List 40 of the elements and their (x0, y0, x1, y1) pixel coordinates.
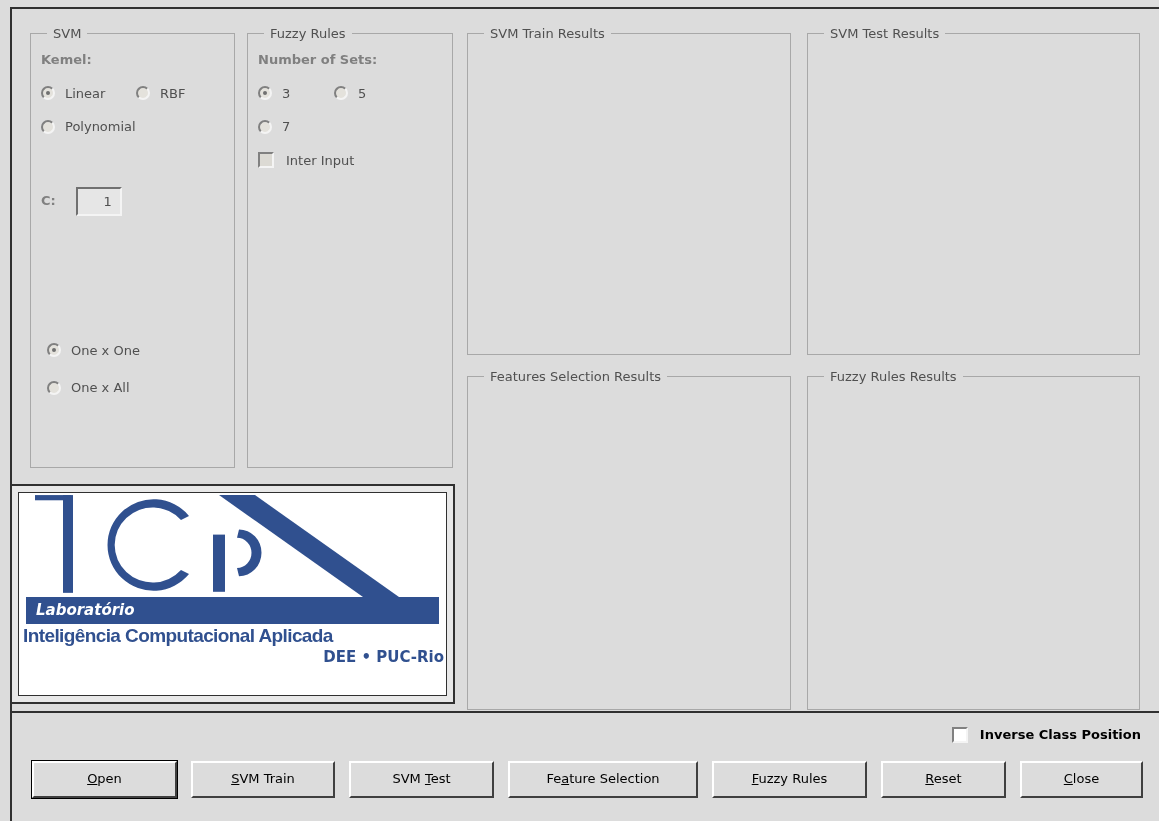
action-button[interactable]: SVM Train (191, 760, 335, 798)
group-title: Features Selection Results (489, 370, 662, 383)
radio-option[interactable]: Polynomial (41, 117, 224, 137)
radio-button[interactable] (47, 343, 61, 358)
logo-name-text: Inteligência Computacional Aplicada (22, 624, 335, 648)
c-label: C: (41, 192, 56, 211)
radio-option[interactable]: One x All (47, 378, 224, 398)
radio-option[interactable]: 5 (334, 83, 442, 103)
radio-button[interactable] (41, 119, 55, 134)
logo-lab-text: Laboratório (36, 600, 135, 622)
action-button[interactable]: Reset (881, 760, 1006, 798)
radio-button[interactable] (334, 86, 348, 101)
checkbox-option[interactable]: Inverse Class Position (951, 725, 1141, 745)
c-input-field[interactable]: 1 (75, 186, 122, 216)
action-button[interactable]: SVM Test (349, 760, 494, 798)
radio-option[interactable]: One x One (47, 340, 224, 360)
action-button[interactable]: Close (1020, 760, 1143, 798)
action-button[interactable]: Fuzzy Rules (712, 760, 867, 798)
radio-option[interactable]: 7 (258, 117, 334, 137)
group-title: SVM (52, 27, 83, 40)
radio-button[interactable] (258, 119, 272, 134)
radio-button[interactable] (41, 86, 55, 101)
group-title: SVM Test Results (829, 27, 941, 40)
group-title: SVM Train Results (489, 27, 606, 40)
radio-button[interactable] (258, 86, 272, 101)
checkbox-option[interactable]: Inter Input (258, 150, 442, 170)
group-title: Fuzzy Rules Results (829, 370, 958, 383)
checkbox[interactable] (951, 726, 968, 743)
radio-option[interactable]: RBF (136, 83, 224, 103)
logo-dept-text: DEE • PUC-Rio (323, 647, 445, 667)
action-button[interactable]: Open (32, 760, 177, 798)
radio-option[interactable]: Linear (41, 83, 136, 103)
radio-option[interactable]: 3 (258, 83, 334, 103)
kernel-label: Kemel: (41, 51, 93, 69)
group-title: Fuzzy Rules (269, 27, 347, 40)
radio-button[interactable] (136, 86, 150, 101)
sets-label: Number of Sets: (258, 51, 379, 69)
radio-button[interactable] (47, 380, 61, 395)
action-button[interactable]: Feature Selection (508, 760, 698, 798)
checkbox[interactable] (258, 152, 274, 169)
